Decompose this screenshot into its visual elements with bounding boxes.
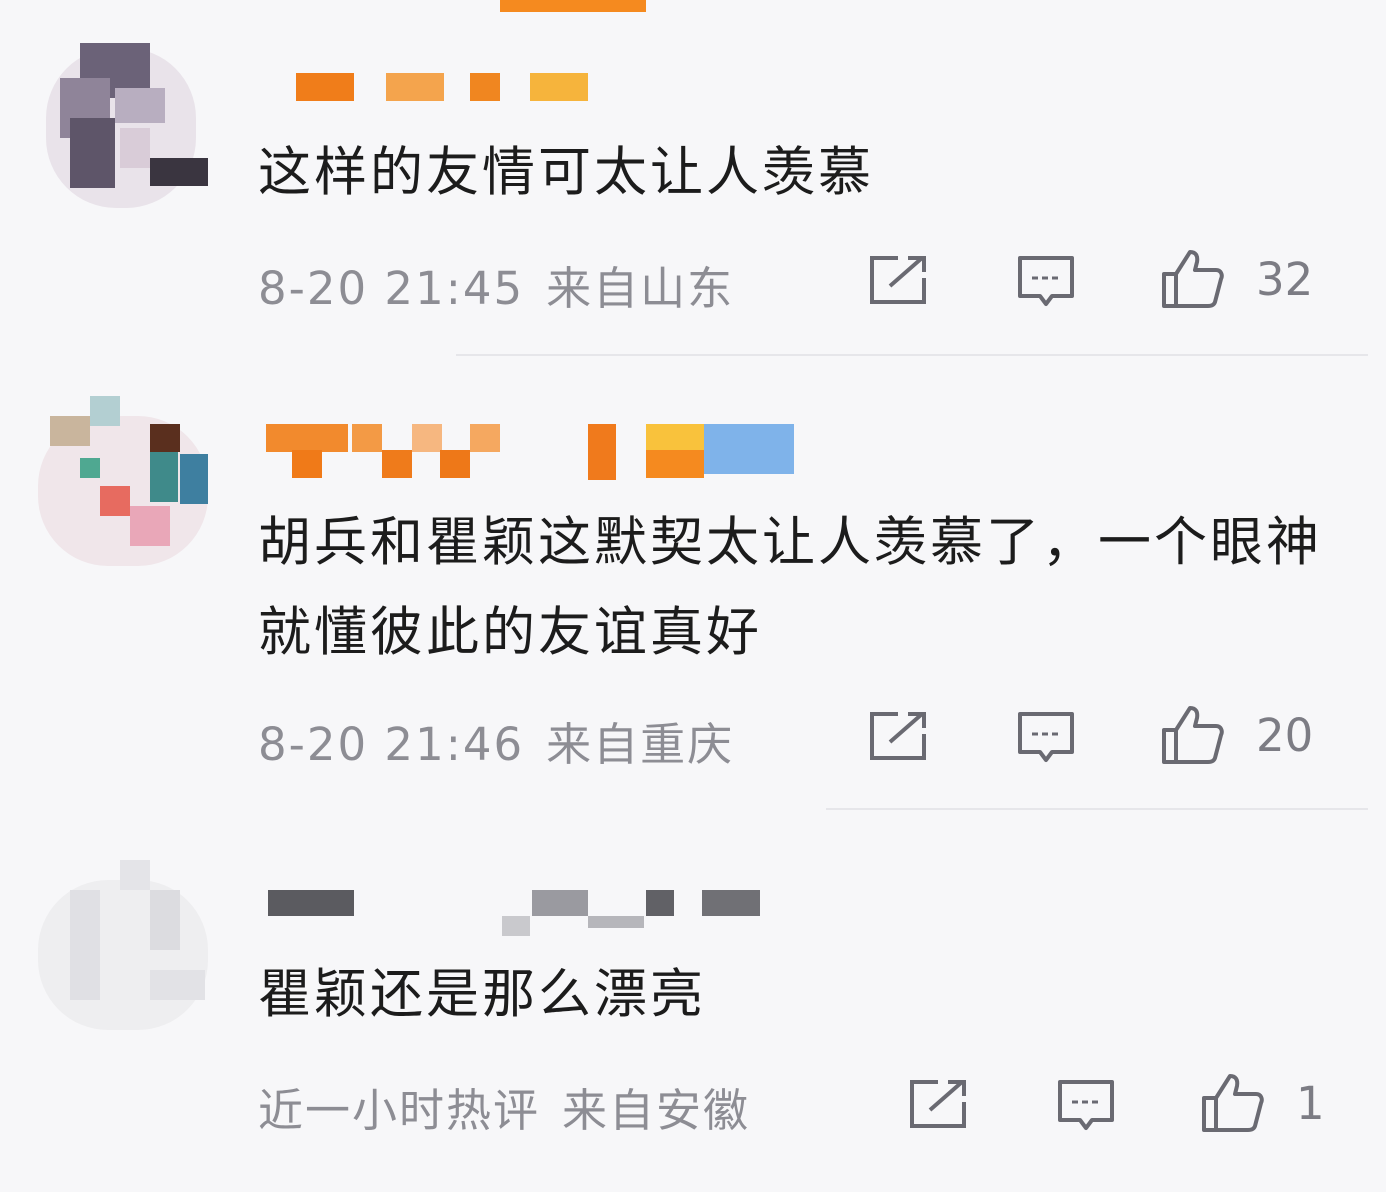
comment-icon — [1018, 712, 1074, 762]
comment-text: 瞿颖还是那么漂亮 — [258, 964, 706, 1025]
reply-button[interactable] — [1056, 1078, 1116, 1134]
avatar[interactable] — [30, 386, 210, 576]
like-button[interactable]: 1 — [1200, 1072, 1325, 1134]
username-pixelated[interactable] — [262, 886, 782, 946]
share-button[interactable] — [868, 710, 928, 762]
like-count: 1 — [1296, 1076, 1325, 1130]
comment-time: 8-20 21:45 — [258, 262, 525, 315]
comment-item: 胡兵和瞿颖这默契太让人羡慕了，一个眼神就懂彼此的友谊真好 8-20 21:46 来… — [0, 356, 1386, 812]
comment-item: 瞿颖还是那么漂亮 近一小时热评 来自安徽 1 — [0, 812, 1386, 1192]
comment-time: 8-20 21:46 — [258, 718, 525, 771]
like-button[interactable]: 32 — [1160, 248, 1313, 310]
share-icon — [870, 712, 926, 760]
like-count: 32 — [1256, 252, 1314, 306]
avatar[interactable] — [30, 28, 210, 218]
username-pixelated[interactable] — [262, 70, 602, 130]
comment-icon — [1058, 1080, 1114, 1130]
avatar[interactable] — [30, 860, 210, 1050]
comment-location: 来自安徽 — [562, 1084, 751, 1137]
comment-icon — [1018, 256, 1074, 306]
comment-item: 这样的友情可太让人羡慕 8-20 21:45 来自山东 32 — [0, 0, 1386, 356]
username-pixelated[interactable] — [262, 420, 802, 480]
like-button[interactable]: 20 — [1160, 704, 1313, 766]
share-icon — [910, 1080, 966, 1128]
comment-location: 来自山东 — [546, 262, 735, 315]
comment-meta: 近一小时热评 来自安徽 — [258, 1074, 750, 1139]
like-count: 20 — [1256, 708, 1314, 762]
comment-meta: 8-20 21:46 来自重庆 — [258, 708, 734, 773]
comment-time: 近一小时热评 — [258, 1084, 541, 1137]
share-button[interactable] — [908, 1078, 968, 1130]
share-button[interactable] — [868, 254, 928, 306]
divider — [826, 808, 1368, 810]
comment-text: 胡兵和瞿颖这默契太让人羡慕了，一个眼神就懂彼此的友谊真好 — [258, 512, 1322, 663]
reply-button[interactable] — [1016, 254, 1076, 310]
share-icon — [870, 256, 926, 304]
thumbs-up-icon — [1202, 1074, 1264, 1132]
comment-meta: 8-20 21:45 来自山东 — [258, 252, 734, 317]
thumbs-up-icon — [1162, 706, 1224, 764]
comment-location: 来自重庆 — [546, 718, 735, 771]
reply-button[interactable] — [1016, 710, 1076, 766]
comment-text: 这样的友情可太让人羡慕 — [258, 142, 874, 203]
thumbs-up-icon — [1162, 250, 1224, 308]
